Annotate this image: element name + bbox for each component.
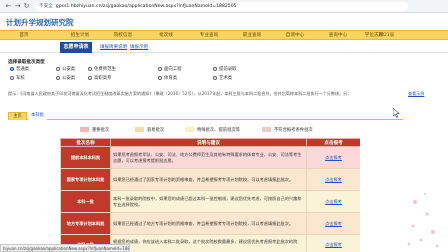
radio-icon <box>88 76 92 80</box>
address-bar[interactable]: 不安全 gpss1.hbzhiyuan.cn/zsj/gaokao/applic… <box>35 1 408 11</box>
table-row: 国家专项计划本科批 如果您已经通过了国家专项计划的资格审查，并且希望报考专项计划… <box>60 168 360 191</box>
tab-guide-link[interactable]: 填报简要说明 <box>100 42 127 53</box>
radio-tiqian[interactable]: 提前录取 <box>213 66 237 72</box>
forward-arrow-icon[interactable]: → <box>13 0 22 13</box>
apply-link-cell: 点击报考 <box>306 212 360 235</box>
table-row: 地方专项计划本科批 如果您已经通过了地方专项计划的资格审查，并且希望报考专项计划… <box>60 212 360 235</box>
main-nav: 首页 招生计划 院校信息 批次线 专业查询 职业查询 自测中心 查询中心 学位志… <box>0 30 448 40</box>
legend-swatch <box>135 127 144 132</box>
not-secure-label: 不安全 <box>39 4 53 9</box>
radio-icon <box>10 76 14 80</box>
legend-item: 特殊批次、提前批次等 <box>185 126 240 133</box>
apply-link[interactable]: 点击报考 <box>325 155 342 160</box>
apply-link-cell: 点击报考 <box>306 146 360 169</box>
radio-icon <box>213 76 217 80</box>
site-header: 计划升学规划研究院 <box>0 13 448 30</box>
legend-item: 重要批次 <box>80 126 109 133</box>
legend-item: 容易批次 <box>135 126 164 133</box>
browser-status-bar: hiyuan.cn/zsj/gaokao/applicationNew.aspx… <box>0 244 130 252</box>
batch-description: 如果您考虑报考军队、公安、司法、地方公费师范生及其他有特殊要求的体育专业，公安、… <box>110 146 307 169</box>
nav-item-self-test[interactable]: 自测中心 <box>275 31 315 40</box>
subtab-undergrad[interactable]: 本科批 <box>28 112 47 120</box>
radio-mianfei[interactable]: 免费师范生 <box>88 66 116 72</box>
apply-link-cell: 点击报考 <box>306 168 360 191</box>
view-example-link[interactable]: 查看示例 <box>408 91 424 97</box>
nav-item-score-line[interactable]: 批次线 <box>146 31 186 40</box>
batch-description: 根据您的成绩，你应该进入本科二批录取，这个批次院校数量最多，建议您优先考虑报考此… <box>110 234 307 252</box>
radio-checked-icon <box>10 67 14 71</box>
table-row: 提前本科本科批 如果您考虑报考军队、公安、司法、地方公费师范生及其他有特殊要求的… <box>60 146 360 169</box>
batch-name: 提前本科本科批 <box>60 146 111 169</box>
radio-putong[interactable]: 普通类 <box>10 66 29 72</box>
page-tab-row: 志愿申请表 填报简要说明 填报示例 <box>0 41 448 53</box>
column-header: 点击报考 <box>306 138 360 147</box>
apply-link-cell: 点击报考 <box>306 234 360 252</box>
nav-item-plan[interactable]: 招生计划 <box>60 31 100 40</box>
radio-gongan-2[interactable]: 公安类 <box>56 75 75 81</box>
subtab-home[interactable]: 主页 <box>8 112 27 120</box>
radio-icon <box>158 67 162 71</box>
legend-swatch <box>185 127 194 132</box>
nav-item-query[interactable]: 查询中心 <box>318 31 358 40</box>
table-row: 本科一批 本科一批录取的院校中，如果您的成绩已超过本科一批控制线，建议您优先考虑… <box>60 190 360 213</box>
radio-icon <box>158 76 162 80</box>
apply-link-cell: 点击报考 <box>306 190 360 213</box>
radio-yishu[interactable]: 艺术类 <box>213 75 232 81</box>
apply-link[interactable]: 点击报考 <box>325 221 342 226</box>
batch-name: 国家专项计划本科批 <box>60 168 111 191</box>
radio-icon <box>56 76 60 80</box>
radio-gongan[interactable]: 公安类 <box>56 66 75 72</box>
tab-application-form[interactable]: 志愿申请表 <box>60 42 92 53</box>
apply-link[interactable]: 点击报考 <box>325 199 342 204</box>
table-header-row: 批次名称 说明与建议 点击报考 <box>60 138 360 147</box>
batch-name: 地方专项计划本科批 <box>60 212 111 235</box>
browser-toolbar: ← → ↻ 不安全 gpss1.hbzhiyuan.cn/zsj/gaokao/… <box>0 0 448 13</box>
tab-example-link[interactable]: 填报示例 <box>130 42 148 53</box>
apply-link[interactable]: 点击报考 <box>325 242 342 247</box>
radio-icon <box>213 67 217 71</box>
sub-tab-bar: 主页 本科批 <box>8 112 403 120</box>
legend-swatch <box>262 127 271 132</box>
column-header: 说明与建议 <box>110 138 307 147</box>
reload-icon[interactable]: ↻ <box>22 0 31 13</box>
radio-icon <box>56 67 60 71</box>
nav-item-major[interactable]: 专业查询 <box>189 31 229 40</box>
legend-swatch <box>80 127 89 132</box>
nav-item-career[interactable]: 职业查询 <box>232 31 272 40</box>
batch-description: 本科一批录取的院校中，如果您的成绩已超过本科一批控制线，建议您优先考虑，可按照自… <box>110 190 307 213</box>
batch-description: 如果您已经通过了地方专项计划的资格审查，并且希望报考专项计划院校，可以考虑填报此… <box>110 212 307 235</box>
url-text: gpss1.hbzhiyuan.cn/zsj/gaokao/applicatio… <box>55 3 237 9</box>
batch-type-title: 选择录取批次类型 <box>8 60 45 65</box>
legend-item: 不符合报考条件批次 <box>262 126 313 133</box>
radio-icon <box>88 67 92 71</box>
radio-gaozhi[interactable]: 高职高专 <box>88 75 112 81</box>
mouse-cursor-icon <box>393 108 400 118</box>
batch-table: 批次名称 说明与建议 点击报考 提前本科本科批 如果您考虑报考军队、公安、司法、… <box>60 138 360 252</box>
nav-item-college[interactable]: 院校信息 <box>103 31 143 40</box>
site-logo[interactable]: 计划升学规划研究院 <box>6 17 74 28</box>
radio-tiyu[interactable]: 体育类 <box>158 75 177 81</box>
back-arrow-icon[interactable]: ← <box>4 0 13 13</box>
nav-item-home[interactable]: 首页 <box>4 31 44 40</box>
session-year: 2021届 <box>378 33 394 38</box>
column-header: 批次名称 <box>60 138 111 147</box>
radio-junxiao[interactable]: 军校 <box>10 75 25 81</box>
sparkle-overlay-icon <box>407 193 439 248</box>
batch-description: 如果您已经通过了国家专项计划的资格审查，并且希望报考专项计划院校，可以考虑填报此… <box>110 168 307 191</box>
policy-note: 提示：《河南省人民政府关于印发河南省深化考试招生制度改革实施方案的通知》（豫政〔… <box>8 91 352 96</box>
apply-link[interactable]: 点击报考 <box>325 177 342 182</box>
radio-gongcheng[interactable]: 面向工程 <box>158 66 182 72</box>
batch-name: 本科一批 <box>60 190 111 213</box>
